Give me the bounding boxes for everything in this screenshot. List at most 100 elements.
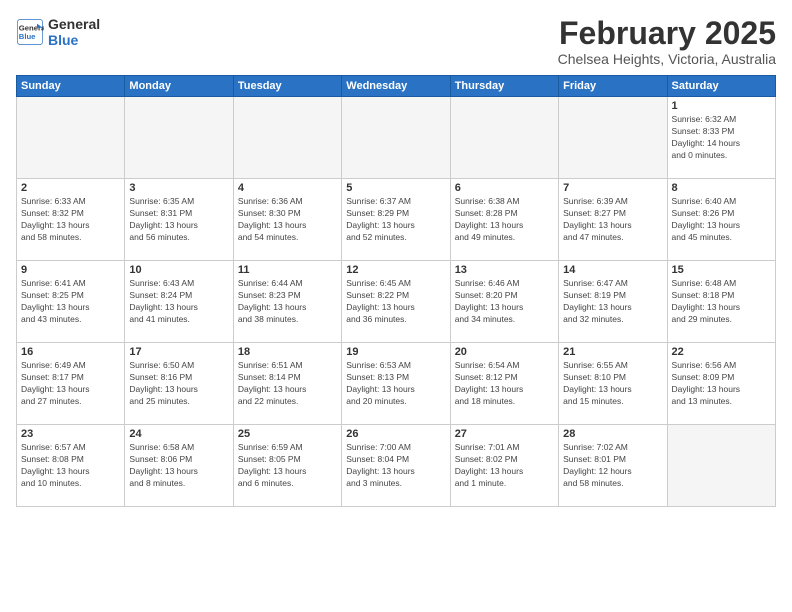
title-block: February 2025 Chelsea Heights, Victoria,… [558,16,776,67]
day-number: 22 [672,346,771,358]
logo-icon: General Blue [16,18,44,46]
day-info: Sunrise: 6:35 AM Sunset: 8:31 PM Dayligh… [129,196,228,244]
week-row-4: 23Sunrise: 6:57 AM Sunset: 8:08 PM Dayli… [17,425,776,507]
calendar-cell: 3 Sunrise: 6:35 AM Sunset: 8:31 PM Daylig… [125,179,233,261]
weekday-header-thursday: Thursday [450,76,558,97]
day-number: 18 [238,346,337,358]
calendar-cell: 14 Sunrise: 6:47 AM Sunset: 8:19 PM Dayli… [559,261,667,343]
day-info: Sunrise: 6:59 AM Sunset: 8:05 PM Dayligh… [238,442,337,490]
calendar-cell: 21Sunrise: 6:55 AM Sunset: 8:10 PM Dayli… [559,343,667,425]
day-number: 15 [672,264,771,276]
day-info: Sunrise: 6:33 AM Sunset: 8:32 PM Dayligh… [21,196,120,244]
calendar-cell: 19 Sunrise: 6:53 AM Sunset: 8:13 PM Dayli… [342,343,450,425]
day-number: 13 [455,264,554,276]
calendar-cell: 28 Sunrise: 7:02 AM Sunset: 8:01 PM Dayli… [559,425,667,507]
calendar-cell: 23Sunrise: 6:57 AM Sunset: 8:08 PM Dayli… [17,425,125,507]
weekday-header-wednesday: Wednesday [342,76,450,97]
day-number: 3 [129,182,228,194]
day-info: Sunrise: 7:01 AM Sunset: 8:02 PM Dayligh… [455,442,554,490]
calendar-cell: 8 Sunrise: 6:40 AM Sunset: 8:26 PM Daylig… [667,179,775,261]
calendar-subtitle: Chelsea Heights, Victoria, Australia [558,51,776,67]
day-number: 25 [238,428,337,440]
calendar-cell: 24Sunrise: 6:58 AM Sunset: 8:06 PM Dayli… [125,425,233,507]
calendar-cell: 26 Sunrise: 7:00 AM Sunset: 8:04 PM Dayli… [342,425,450,507]
calendar-cell: 15 Sunrise: 6:48 AM Sunset: 8:18 PM Dayli… [667,261,775,343]
calendar-cell: 17 Sunrise: 6:50 AM Sunset: 8:16 PM Dayli… [125,343,233,425]
week-row-0: 1 Sunrise: 6:32 AM Sunset: 8:33 PM Daylig… [17,97,776,179]
day-info: Sunrise: 6:45 AM Sunset: 8:22 PM Dayligh… [346,278,445,326]
calendar-cell [125,97,233,179]
calendar-cell: 4 Sunrise: 6:36 AM Sunset: 8:30 PM Daylig… [233,179,341,261]
day-number: 6 [455,182,554,194]
day-number: 21 [563,346,662,358]
day-info: Sunrise: 7:02 AM Sunset: 8:01 PM Dayligh… [563,442,662,490]
calendar-cell: 2 Sunrise: 6:33 AM Sunset: 8:32 PM Daylig… [17,179,125,261]
calendar-cell: 5 Sunrise: 6:37 AM Sunset: 8:29 PM Daylig… [342,179,450,261]
calendar-cell: 27Sunrise: 7:01 AM Sunset: 8:02 PM Dayli… [450,425,558,507]
day-number: 28 [563,428,662,440]
weekday-header-saturday: Saturday [667,76,775,97]
day-info: Sunrise: 6:53 AM Sunset: 8:13 PM Dayligh… [346,360,445,408]
calendar-table: SundayMondayTuesdayWednesdayThursdayFrid… [16,75,776,507]
day-number: 10 [129,264,228,276]
day-number: 4 [238,182,337,194]
calendar-cell [233,97,341,179]
calendar-cell: 6 Sunrise: 6:38 AM Sunset: 8:28 PM Daylig… [450,179,558,261]
day-number: 2 [21,182,120,194]
calendar-cell: 9Sunrise: 6:41 AM Sunset: 8:25 PM Daylig… [17,261,125,343]
calendar-cell: 1 Sunrise: 6:32 AM Sunset: 8:33 PM Daylig… [667,97,775,179]
day-info: Sunrise: 6:44 AM Sunset: 8:23 PM Dayligh… [238,278,337,326]
day-info: Sunrise: 6:43 AM Sunset: 8:24 PM Dayligh… [129,278,228,326]
day-number: 16 [21,346,120,358]
day-number: 7 [563,182,662,194]
day-info: Sunrise: 6:56 AM Sunset: 8:09 PM Dayligh… [672,360,771,408]
day-info: Sunrise: 7:00 AM Sunset: 8:04 PM Dayligh… [346,442,445,490]
day-number: 9 [21,264,120,276]
day-number: 12 [346,264,445,276]
day-info: Sunrise: 6:50 AM Sunset: 8:16 PM Dayligh… [129,360,228,408]
day-number: 20 [455,346,554,358]
page: General Blue General Blue February 2025 … [0,0,792,612]
calendar-cell: 13 Sunrise: 6:46 AM Sunset: 8:20 PM Dayli… [450,261,558,343]
calendar-cell: 11Sunrise: 6:44 AM Sunset: 8:23 PM Dayli… [233,261,341,343]
svg-text:Blue: Blue [19,32,36,41]
calendar-cell [17,97,125,179]
day-info: Sunrise: 6:38 AM Sunset: 8:28 PM Dayligh… [455,196,554,244]
calendar-cell [450,97,558,179]
day-number: 8 [672,182,771,194]
day-number: 19 [346,346,445,358]
day-info: Sunrise: 6:57 AM Sunset: 8:08 PM Dayligh… [21,442,120,490]
calendar-cell [559,97,667,179]
day-number: 17 [129,346,228,358]
calendar-cell [342,97,450,179]
day-info: Sunrise: 6:39 AM Sunset: 8:27 PM Dayligh… [563,196,662,244]
logo: General Blue General Blue [16,16,100,48]
day-info: Sunrise: 6:37 AM Sunset: 8:29 PM Dayligh… [346,196,445,244]
weekday-header-sunday: Sunday [17,76,125,97]
day-info: Sunrise: 6:48 AM Sunset: 8:18 PM Dayligh… [672,278,771,326]
calendar-cell: 10 Sunrise: 6:43 AM Sunset: 8:24 PM Dayli… [125,261,233,343]
day-info: Sunrise: 6:47 AM Sunset: 8:19 PM Dayligh… [563,278,662,326]
weekday-header-friday: Friday [559,76,667,97]
day-info: Sunrise: 6:36 AM Sunset: 8:30 PM Dayligh… [238,196,337,244]
calendar-cell: 20 Sunrise: 6:54 AM Sunset: 8:12 PM Dayli… [450,343,558,425]
week-row-2: 9Sunrise: 6:41 AM Sunset: 8:25 PM Daylig… [17,261,776,343]
calendar-cell: 7 Sunrise: 6:39 AM Sunset: 8:27 PM Daylig… [559,179,667,261]
day-info: Sunrise: 6:46 AM Sunset: 8:20 PM Dayligh… [455,278,554,326]
weekday-header-row: SundayMondayTuesdayWednesdayThursdayFrid… [17,76,776,97]
day-number: 14 [563,264,662,276]
logo-text-general: General [48,16,100,32]
day-info: Sunrise: 6:49 AM Sunset: 8:17 PM Dayligh… [21,360,120,408]
calendar-cell [667,425,775,507]
day-info: Sunrise: 6:54 AM Sunset: 8:12 PM Dayligh… [455,360,554,408]
day-info: Sunrise: 6:32 AM Sunset: 8:33 PM Dayligh… [672,114,771,162]
week-row-3: 16 Sunrise: 6:49 AM Sunset: 8:17 PM Dayli… [17,343,776,425]
header: General Blue General Blue February 2025 … [16,16,776,67]
logo-text-blue: Blue [48,32,100,48]
day-number: 1 [672,100,771,112]
day-info: Sunrise: 6:40 AM Sunset: 8:26 PM Dayligh… [672,196,771,244]
day-number: 5 [346,182,445,194]
day-number: 26 [346,428,445,440]
calendar-title: February 2025 [558,16,776,51]
svg-text:General: General [19,24,44,33]
